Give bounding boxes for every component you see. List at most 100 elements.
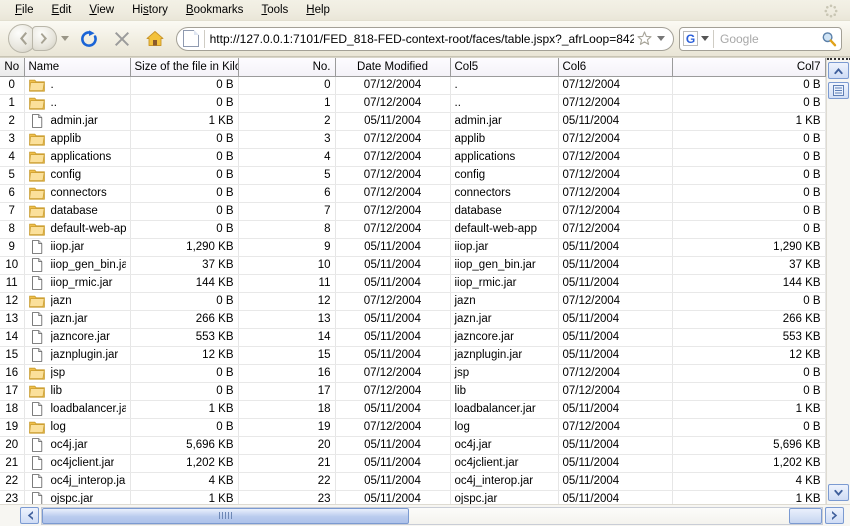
table-row[interactable]: 17 lib 0 B 17 07/12/2004 lib 07/12/2004 0 B: [0, 382, 826, 401]
menu-item-edit[interactable]: Edit: [43, 2, 81, 19]
table-row[interactable]: 15 jaznplugin.jar 12 KB 15 05/11/2004 jaznplu…: [0, 346, 826, 365]
home-button[interactable]: [142, 26, 168, 52]
cell-name[interactable]: connectors: [24, 184, 131, 203]
magnifier-icon[interactable]: [821, 31, 837, 47]
cell-row-number: 20: [0, 436, 25, 455]
horizontal-scrollbar[interactable]: [0, 504, 850, 526]
google-logo-icon[interactable]: G: [682, 31, 698, 46]
table-row[interactable]: 2 admin.jar 1 KB 2 05/11/2004 admin.jar 05/11/…: [0, 112, 826, 131]
scroll-down-button[interactable]: [828, 484, 849, 501]
menu-item-bookmarks[interactable]: Bookmarks: [177, 2, 253, 19]
cell-name[interactable]: lib: [24, 382, 131, 401]
table-row[interactable]: 8 default-web-app 0 B 8 07/12/2004 default-we…: [0, 220, 826, 239]
scroll-left-button[interactable]: [20, 507, 39, 524]
table-row[interactable]: 20 oc4j.jar 5,696 KB 20 05/11/2004 oc4j.jar 05…: [0, 436, 826, 455]
table-row[interactable]: 10 iiop_gen_bin.jar 37 KB 10 05/11/2004 iiop_…: [0, 256, 826, 275]
table-row[interactable]: 16 jsp 0 B 16 07/12/2004 jsp 07/12/2004 0 B: [0, 364, 826, 383]
cell-name[interactable]: database: [24, 202, 131, 221]
folder-icon: [28, 421, 45, 434]
table-row[interactable]: 7 database 0 B 7 07/12/2004 database 07/12/200…: [0, 202, 826, 221]
url-dropdown-button[interactable]: [656, 36, 665, 41]
table-row[interactable]: 21 oc4jclient.jar 1,202 KB 21 05/11/2004 oc4j…: [0, 454, 826, 473]
table-row[interactable]: 3 applib 0 B 3 07/12/2004 applib 07/12/2004 0 B: [0, 130, 826, 149]
table-row[interactable]: 14 jazncore.jar 553 KB 14 05/11/2004 jazncore…: [0, 328, 826, 347]
cell-name[interactable]: jazn.jar: [24, 310, 131, 329]
reload-button[interactable]: [76, 26, 102, 52]
column-header-col7[interactable]: Col7: [672, 58, 826, 77]
menu-item-file[interactable]: File: [6, 2, 43, 19]
cell-name[interactable]: iiop.jar: [24, 238, 131, 257]
cell-col6: 05/11/2004: [558, 310, 673, 329]
table-row[interactable]: 12 jazn 0 B 12 07/12/2004 jazn 07/12/2004 0 B: [0, 292, 826, 311]
cell-name[interactable]: loadbalancer.jar: [24, 400, 131, 419]
table-row[interactable]: 19 log 0 B 19 07/12/2004 log 07/12/2004 0 B: [0, 418, 826, 437]
cell-name[interactable]: admin.jar: [24, 112, 131, 131]
cell-name[interactable]: iiop_rmic.jar: [24, 274, 131, 293]
vertical-scroll-thumb[interactable]: [828, 82, 849, 99]
column-header-no2[interactable]: No.: [238, 58, 336, 77]
search-engine-dropdown-button[interactable]: [700, 36, 709, 41]
cell-name[interactable]: jazncore.jar: [24, 328, 131, 347]
cell-name[interactable]: .: [24, 76, 131, 95]
scroll-up-button[interactable]: [828, 62, 849, 79]
column-header-size[interactable]: Size of the file in Kilo: [130, 58, 239, 77]
vertical-scrollbar[interactable]: [825, 58, 850, 504]
cell-name[interactable]: log: [24, 418, 131, 437]
stop-button[interactable]: [109, 26, 135, 52]
column-header-col5[interactable]: Col5: [450, 58, 559, 77]
scroll-right-button[interactable]: [825, 507, 844, 524]
url-input[interactable]: http://127.0.0.1:7101/FED_818-FED-contex…: [210, 32, 634, 46]
table-row[interactable]: 23 ojspc.jar 1 KB 23 05/11/2004 ojspc.jar 05/1…: [0, 490, 826, 504]
column-header-col6[interactable]: Col6: [558, 58, 673, 77]
cell-name[interactable]: jaznplugin.jar: [24, 346, 131, 365]
menu-item-help[interactable]: Help: [297, 2, 339, 19]
cell-name[interactable]: oc4j_interop.jar: [24, 472, 131, 491]
cell-size: 0 B: [130, 94, 239, 113]
horizontal-scroll-thumb[interactable]: [42, 507, 409, 524]
address-bar[interactable]: http://127.0.0.1:7101/FED_818-FED-contex…: [175, 26, 674, 51]
vertical-scroll-track[interactable]: [828, 99, 849, 484]
column-header-no[interactable]: No: [0, 58, 25, 77]
cell-row-number: 8: [0, 220, 25, 239]
cell-col6: 07/12/2004: [558, 364, 673, 383]
column-header-date-modified[interactable]: Date Modified: [335, 58, 451, 77]
cell-name[interactable]: ..: [24, 94, 131, 113]
table-row[interactable]: 0.0 B 0 07/12/2004. 07/12/2004 0 B: [0, 76, 826, 95]
cell-name[interactable]: default-web-app: [24, 220, 131, 239]
cell-size: 37 KB: [130, 256, 239, 275]
column-header-name[interactable]: Name: [24, 58, 131, 77]
cell-name[interactable]: iiop_gen_bin.jar: [24, 256, 131, 275]
table-row[interactable]: 5 config 0 B 5 07/12/2004 config 07/12/2004 0 B: [0, 166, 826, 185]
horizontal-scroll-track[interactable]: [41, 506, 823, 525]
table-row[interactable]: 13 jazn.jar 266 KB 13 05/11/2004 jazn.jar 05/1…: [0, 310, 826, 329]
file-name-label: jaznplugin.jar: [50, 349, 119, 361]
star-icon[interactable]: [637, 31, 652, 46]
table-row[interactable]: 18 loadbalancer.jar 1 KB 18 05/11/2004 loadba…: [0, 400, 826, 419]
horizontal-scroll-thumb-secondary[interactable]: [789, 507, 822, 524]
history-dropdown-button[interactable]: [61, 36, 69, 41]
cell-name[interactable]: applications: [24, 148, 131, 167]
table-row[interactable]: 11 iiop_rmic.jar 144 KB 11 05/11/2004 iiop_rm…: [0, 274, 826, 293]
menu-item-tools[interactable]: Tools: [252, 2, 297, 19]
search-bar[interactable]: G Google: [678, 26, 842, 51]
search-input[interactable]: Google: [720, 32, 821, 46]
cell-name[interactable]: applib: [24, 130, 131, 149]
cell-name[interactable]: jazn: [24, 292, 131, 311]
forward-button[interactable]: [32, 26, 57, 51]
table-row[interactable]: 1.. 0 B 1 07/12/2004.. 07/12/2004 0 B: [0, 94, 826, 113]
cell-col6: 05/11/2004: [558, 454, 673, 473]
cell-row-number: 15: [0, 346, 25, 365]
cell-date-modified: 05/11/2004: [335, 400, 451, 419]
cell-name[interactable]: jsp: [24, 364, 131, 383]
cell-name[interactable]: oc4jclient.jar: [24, 454, 131, 473]
cell-name[interactable]: ojspc.jar: [24, 490, 131, 504]
cell-size: 0 B: [130, 76, 239, 95]
menu-item-history[interactable]: History: [123, 2, 177, 19]
table-row[interactable]: 4 applications 0 B 4 07/12/2004 applications 0…: [0, 148, 826, 167]
menu-item-view[interactable]: View: [80, 2, 123, 19]
cell-name[interactable]: oc4j.jar: [24, 436, 131, 455]
table-row[interactable]: 22 oc4j_interop.jar 4 KB 22 05/11/2004 oc4j_i…: [0, 472, 826, 491]
table-row[interactable]: 6 connectors 0 B 6 07/12/2004 connectors 07/12…: [0, 184, 826, 203]
table-row[interactable]: 9 iiop.jar 1,290 KB 9 05/11/2004 iiop.jar 05/1…: [0, 238, 826, 257]
cell-name[interactable]: config: [24, 166, 131, 185]
